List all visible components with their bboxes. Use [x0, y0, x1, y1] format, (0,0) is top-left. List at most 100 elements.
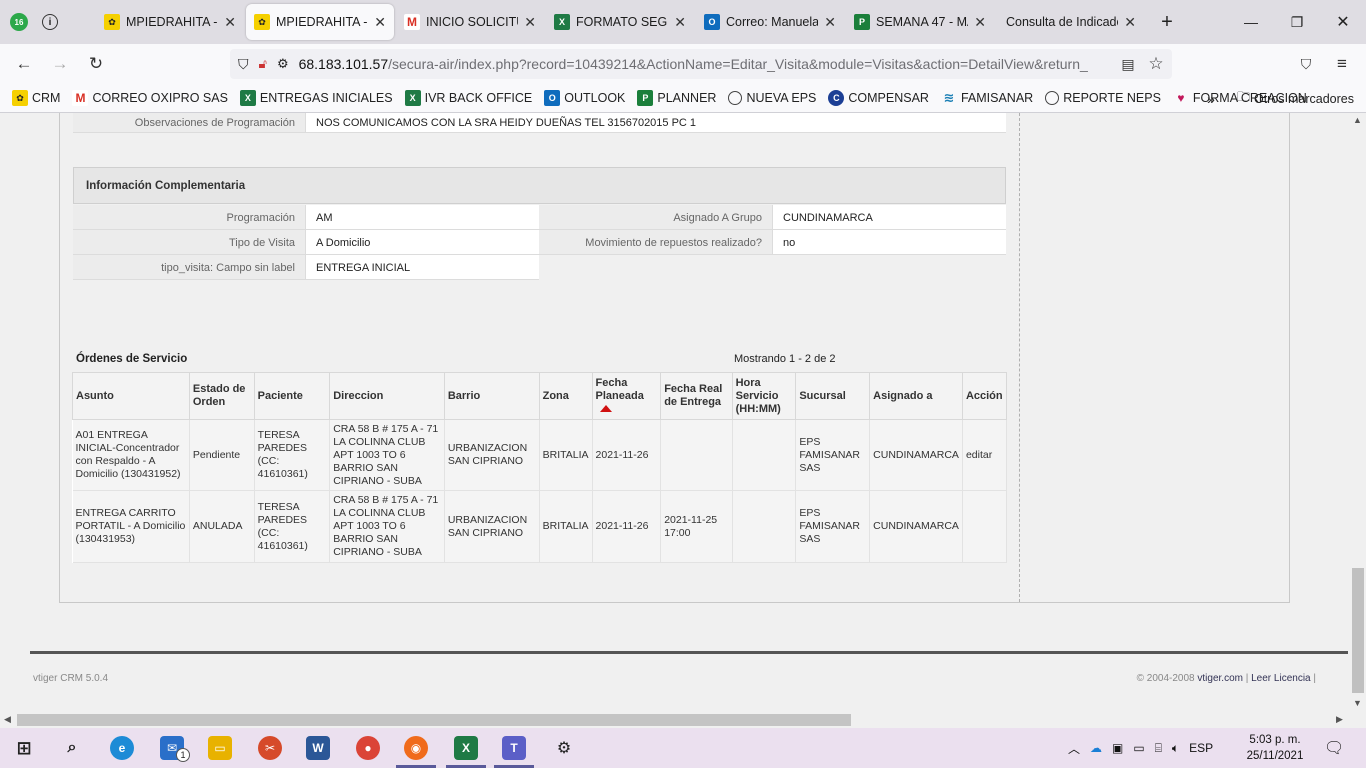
- snipping-tool-icon[interactable]: ✂: [258, 736, 282, 760]
- close-icon[interactable]: ✕: [674, 14, 686, 31]
- chrome-icon[interactable]: ●: [356, 736, 380, 760]
- vertical-scrollbar[interactable]: ▲ ▼: [1350, 113, 1366, 712]
- word-icon[interactable]: W: [306, 736, 330, 760]
- forward-arrow-icon[interactable]: →: [48, 52, 72, 76]
- remote-app-icon[interactable]: ⚙: [552, 736, 576, 760]
- tab-inicio-solicitud[interactable]: M INICIO SOLICITUD ✕: [396, 4, 544, 40]
- close-icon[interactable]: ✕: [374, 14, 386, 31]
- restore-icon[interactable]: ❐: [1274, 0, 1320, 44]
- col-fecha-planeada[interactable]: Fecha Planeada: [591, 372, 662, 420]
- vertical-scroll-thumb[interactable]: [1352, 568, 1364, 693]
- cell-paciente: TERESA PAREDES (CC: 41610361): [254, 419, 331, 491]
- pocket-icon[interactable]: ⛉: [1294, 52, 1318, 76]
- cell-barrio: URBANIZACION SAN CIPRIANO: [444, 490, 540, 563]
- horizontal-scrollbar[interactable]: ◀ ▶: [0, 712, 1350, 728]
- battery-icon[interactable]: ▭: [1133, 741, 1144, 755]
- scroll-left-icon[interactable]: ◀: [4, 714, 11, 725]
- permissions-icon[interactable]: ⚙: [277, 56, 289, 72]
- col-fecha-real[interactable]: Fecha Real de Entrega: [660, 372, 733, 420]
- volume-icon[interactable]: 🔈︎: [1172, 741, 1179, 756]
- menu-hamburger-icon[interactable]: ≡: [1330, 52, 1354, 76]
- close-icon[interactable]: ✕: [524, 14, 536, 31]
- horizontal-scroll-thumb[interactable]: [17, 714, 851, 726]
- bookmark-correo-oxipro[interactable]: M CORREO OXIPRO SAS: [72, 90, 228, 106]
- tab-consulta-indicador[interactable]: Consulta de Indicador ✕: [998, 4, 1144, 40]
- excel-icon: X: [239, 90, 256, 106]
- field-label: Programación: [73, 205, 306, 230]
- excel-icon[interactable]: X: [454, 736, 478, 760]
- chevron-more-icon[interactable]: »: [1207, 91, 1215, 107]
- search-icon[interactable]: ⌕: [60, 736, 84, 760]
- tab-formato-seguim[interactable]: X FORMATO SEGUIM ✕: [546, 4, 694, 40]
- notifications-icon[interactable]: 🗨︎: [1324, 728, 1344, 768]
- edit-link[interactable]: editar: [962, 419, 1008, 491]
- bookmark-outlook[interactable]: O OUTLOOK: [544, 90, 625, 106]
- window-close-icon[interactable]: ✕: [1320, 0, 1366, 44]
- language-indicator[interactable]: ESP: [1189, 741, 1213, 755]
- col-estado[interactable]: Estado de Orden: [188, 372, 255, 420]
- col-asunto[interactable]: Asunto: [72, 372, 190, 420]
- bookmark-label: PLANNER: [657, 91, 717, 105]
- bookmark-entregas-iniciales[interactable]: X ENTREGAS INICIALES: [239, 90, 393, 106]
- scroll-down-icon[interactable]: ▼: [1353, 698, 1362, 708]
- minimize-icon[interactable]: —: [1228, 0, 1274, 44]
- reader-view-icon[interactable]: ▤: [1116, 52, 1140, 76]
- address-bar[interactable]: ⛉ 🔓︎ ⚙ 68.183.101.57/secura-air/index.ph…: [230, 49, 1172, 79]
- cell-hora: [732, 419, 797, 491]
- scroll-up-icon[interactable]: ▲: [1353, 115, 1362, 125]
- cell-fecha-real: [660, 419, 733, 491]
- paw-icon: ✿: [254, 14, 270, 30]
- close-icon[interactable]: ✕: [824, 14, 836, 31]
- clock[interactable]: 5:03 p. m. 25/11/2021: [1245, 732, 1305, 764]
- chevron-up-icon[interactable]: ︿: [1068, 740, 1080, 757]
- other-bookmarks[interactable]: 🗀︎ Otros marcadores: [1237, 88, 1354, 110]
- firefox-icon[interactable]: ◉: [404, 736, 428, 760]
- col-paciente[interactable]: Paciente: [253, 372, 331, 420]
- bookmark-crm[interactable]: ✿ CRM: [12, 90, 60, 106]
- col-hora-servicio[interactable]: Hora Servicio (HH:MM): [731, 372, 797, 420]
- col-sucursal[interactable]: Sucursal: [795, 372, 871, 420]
- new-tab-plus-icon[interactable]: +: [1144, 0, 1190, 44]
- device-icon[interactable]: ▣: [1112, 741, 1123, 755]
- bookmark-reporte-neps[interactable]: REPORTE NEPS: [1045, 91, 1161, 105]
- tab-mpiedrahita-1[interactable]: ✿ MPIEDRAHITA - A ✕: [96, 4, 244, 40]
- bookmark-planner[interactable]: P PLANNER: [637, 90, 716, 106]
- scroll-right-icon[interactable]: ▶: [1336, 714, 1343, 725]
- clock-time: 5:03 p. m.: [1249, 734, 1301, 746]
- bookmark-ivr-back-office[interactable]: X IVR BACK OFFICE: [404, 90, 532, 106]
- col-direccion[interactable]: Direccion: [329, 372, 445, 420]
- col-barrio[interactable]: Barrio: [443, 372, 540, 420]
- tab-correo[interactable]: O Correo: Manuela ✕: [696, 4, 844, 40]
- onedrive-cloud-icon[interactable]: ☁: [1090, 741, 1102, 755]
- bookmark-star-icon[interactable]: ☆: [1144, 52, 1168, 76]
- windows-start-icon[interactable]: ⊞: [12, 736, 36, 760]
- insecure-lock-icon[interactable]: 🔓︎: [259, 56, 267, 72]
- back-arrow-icon[interactable]: ←: [12, 52, 36, 76]
- bookmark-compensar[interactable]: C COMPENSAR: [828, 90, 929, 106]
- network-icon[interactable]: ⌸: [1155, 741, 1162, 756]
- bookmark-nueva-eps[interactable]: NUEVA EPS: [728, 91, 816, 105]
- reload-icon[interactable]: ↻: [84, 52, 108, 76]
- page-content: Observaciones de Programación NOS COMUNI…: [0, 113, 1350, 712]
- bookmark-label: OUTLOOK: [564, 91, 626, 105]
- file-explorer-icon[interactable]: ▭: [208, 736, 232, 760]
- edge-icon[interactable]: e: [110, 736, 134, 760]
- close-icon[interactable]: ✕: [974, 14, 986, 31]
- col-zona[interactable]: Zona: [538, 372, 593, 420]
- tab-label: INICIO SOLICITUD: [426, 15, 518, 29]
- notification-badge-icon[interactable]: 16: [10, 13, 28, 31]
- tab-mpiedrahita-2[interactable]: ✿ MPIEDRAHITA - A ✕: [246, 4, 394, 40]
- shield-icon[interactable]: ⛉: [238, 56, 249, 73]
- info-icon[interactable]: i: [42, 14, 58, 30]
- cell-asunto[interactable]: A01 ENTREGA INICIAL-Concentrador con Res…: [72, 419, 190, 491]
- teams-icon[interactable]: T: [502, 736, 526, 760]
- close-icon[interactable]: ✕: [224, 14, 236, 31]
- close-icon[interactable]: ✕: [1124, 14, 1136, 31]
- vtiger-link[interactable]: vtiger.com: [1197, 673, 1243, 684]
- col-asignado[interactable]: Asignado a: [869, 372, 963, 420]
- license-link[interactable]: Leer Licencia: [1251, 673, 1310, 684]
- tab-semana-47[interactable]: P SEMANA 47 - MA ✕: [846, 4, 994, 40]
- cell-asunto[interactable]: ENTREGA CARRITO PORTATIL - A Domicilio (…: [72, 490, 190, 563]
- col-fecha-planeada-label: Fecha Planeada: [595, 376, 644, 402]
- bookmark-famisanar[interactable]: ≋ FAMISANAR: [941, 90, 1034, 106]
